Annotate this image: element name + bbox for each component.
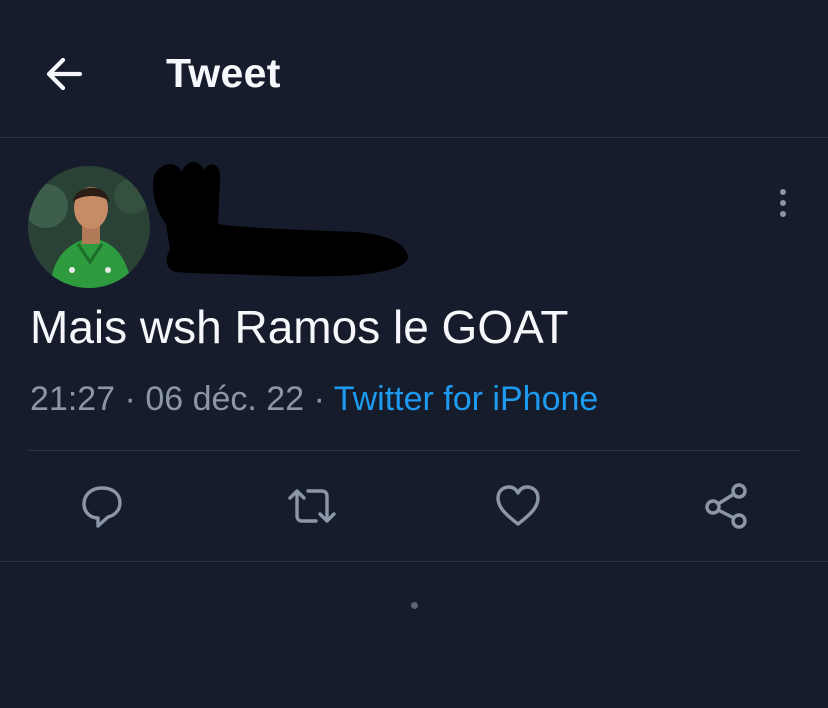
- retweet-icon: [288, 489, 336, 523]
- more-options-button[interactable]: [770, 185, 796, 221]
- reply-icon: [82, 486, 122, 528]
- action-bar: [0, 478, 828, 538]
- meta-separator: ·: [124, 380, 146, 418]
- tweet-time: 21:27: [30, 380, 116, 418]
- share-button[interactable]: [698, 478, 754, 534]
- like-button[interactable]: [490, 478, 546, 534]
- back-button[interactable]: [40, 52, 88, 96]
- reply-button[interactable]: [74, 478, 130, 534]
- avatar[interactable]: [28, 166, 150, 288]
- divider: [0, 561, 828, 562]
- divider: [28, 450, 800, 451]
- tweet-date: 06 déc. 22: [145, 380, 305, 418]
- tweet-text: Mais wsh Ramos le GOAT: [30, 301, 569, 353]
- loading-indicator: [411, 602, 418, 609]
- redacted-username: [146, 154, 416, 284]
- meta-separator: ·: [313, 380, 334, 418]
- more-dot-icon: [780, 200, 786, 206]
- share-icon: [705, 483, 747, 529]
- more-dot-icon: [780, 189, 786, 195]
- top-bar: Tweet: [0, 0, 828, 138]
- arrow-left-icon: [46, 57, 83, 91]
- tweet-source-link[interactable]: Twitter for iPhone: [334, 380, 599, 418]
- tweet-meta: 21:27 · 06 déc. 22 · Twitter for iPhone: [30, 380, 598, 419]
- more-dot-icon: [780, 211, 786, 217]
- retweet-button[interactable]: [284, 478, 340, 534]
- heart-icon: [496, 485, 540, 526]
- page-title: Tweet: [166, 50, 281, 96]
- avatar-image: [28, 166, 150, 288]
